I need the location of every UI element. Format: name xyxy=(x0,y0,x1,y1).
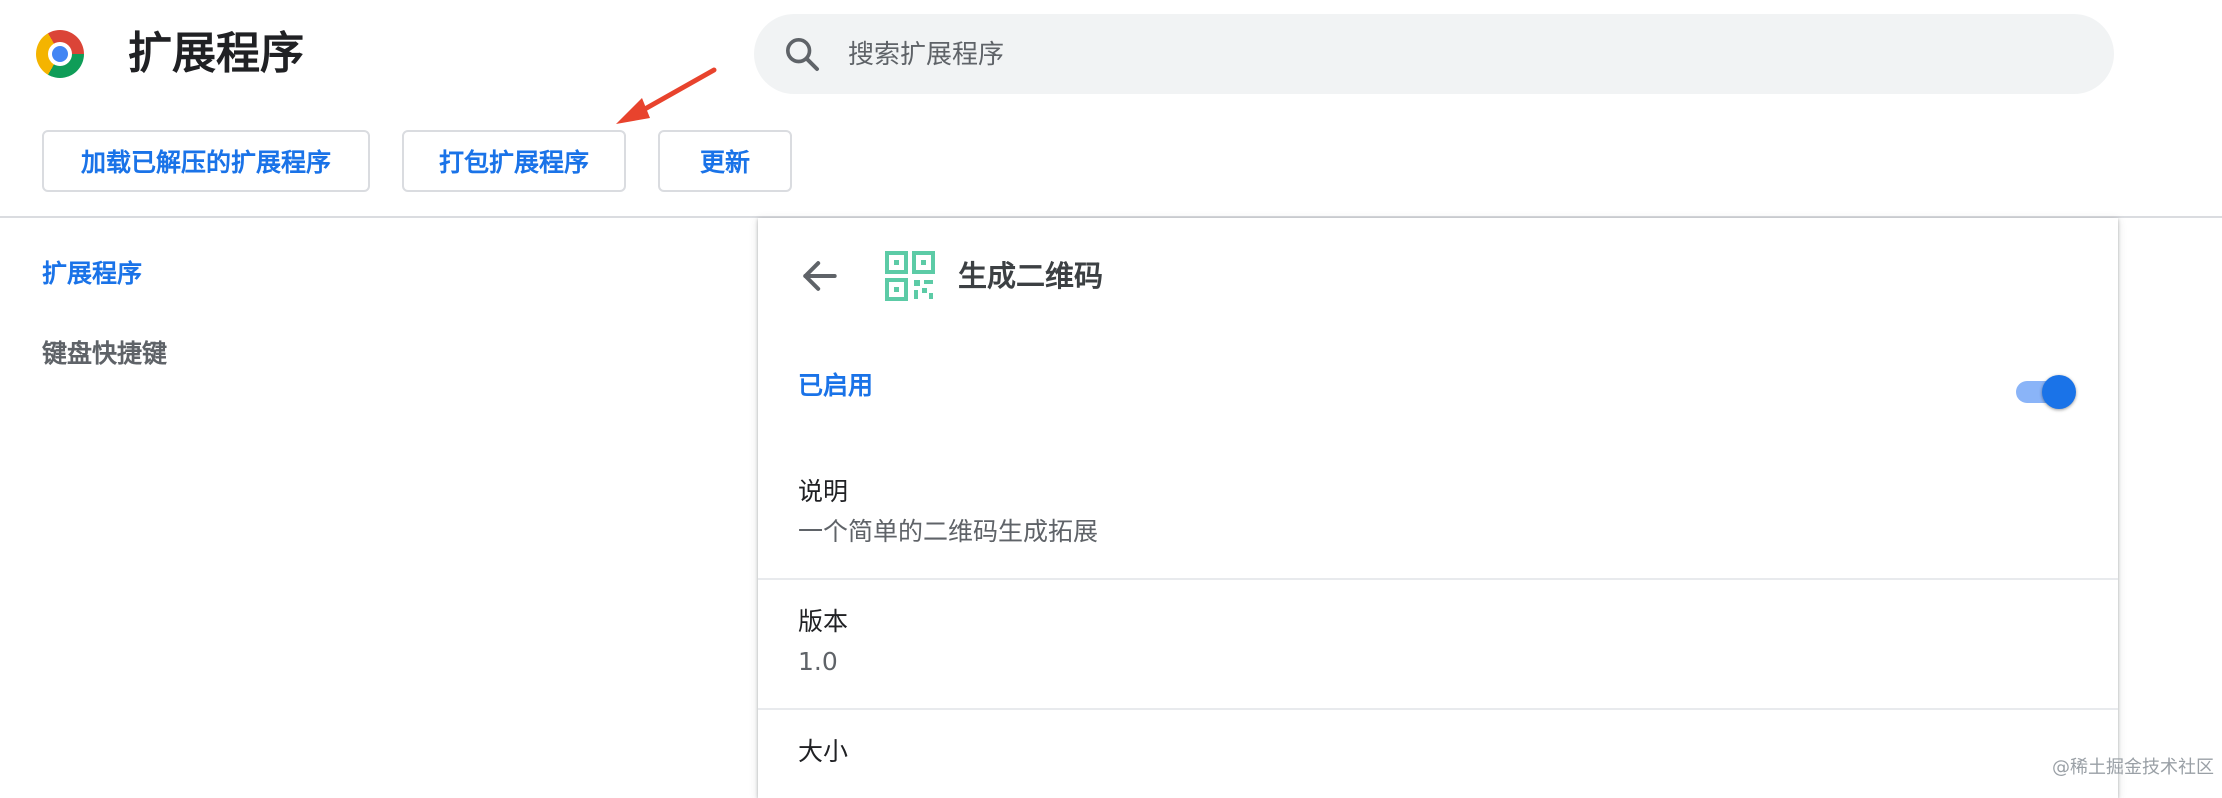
description-label: 说明 xyxy=(798,477,849,506)
sidebar-item-extensions[interactable]: 扩展程序 xyxy=(42,256,142,292)
update-button[interactable]: 更新 xyxy=(658,130,792,192)
description-value: 一个简单的二维码生成拓展 xyxy=(798,517,1099,546)
watermark: @稀土掘金技术社区 xyxy=(2052,757,2214,778)
version-label: 版本 xyxy=(798,607,849,636)
extension-detail-card: 生成二维码 已启用 说明 一个简单的二维码生成拓展 版本 1.0 大小 xyxy=(758,218,2118,798)
back-arrow-icon[interactable] xyxy=(798,254,842,298)
version-value: 1.0 xyxy=(798,647,838,676)
search-icon xyxy=(786,38,819,71)
section-divider xyxy=(758,708,2118,710)
pack-extension-button[interactable]: 打包扩展程序 xyxy=(402,130,626,192)
load-unpacked-button[interactable]: 加载已解压的扩展程序 xyxy=(42,130,370,192)
enabled-label: 已启用 xyxy=(798,371,874,400)
page-title: 扩展程序 xyxy=(128,28,304,79)
sidebar-item-keyboard-shortcuts[interactable]: 键盘快捷键 xyxy=(42,336,167,372)
search-bar[interactable] xyxy=(754,14,2114,96)
extension-name: 生成二维码 xyxy=(958,259,1104,293)
red-arrow-icon xyxy=(616,67,717,124)
search-input[interactable] xyxy=(846,14,2050,96)
size-label: 大小 xyxy=(798,737,849,766)
toggle-knob xyxy=(2042,375,2076,409)
chrome-logo-icon xyxy=(36,30,84,78)
section-divider xyxy=(758,578,2118,580)
enabled-toggle[interactable] xyxy=(2014,374,2078,410)
qr-code-icon xyxy=(885,251,935,301)
